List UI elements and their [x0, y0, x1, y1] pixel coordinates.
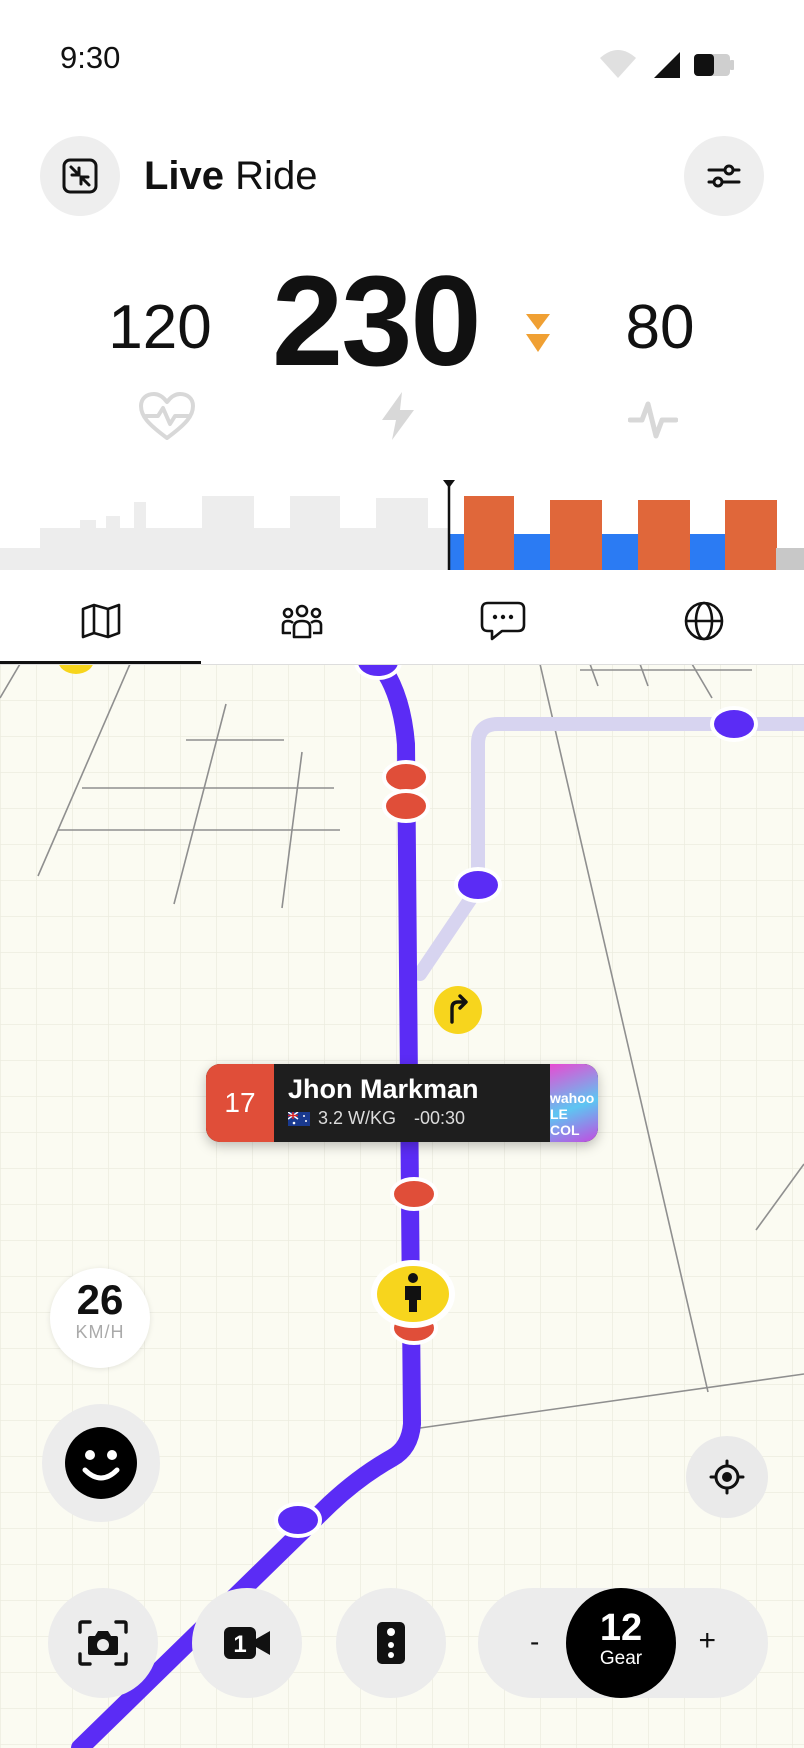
page-title: Live Ride — [144, 152, 317, 200]
gear-display: 12 Gear — [566, 1588, 676, 1698]
rider-card[interactable]: 17 Jhon Markman 3.2 W/KG -00:30 wahoo LE… — [206, 1064, 598, 1142]
map-icon — [81, 603, 120, 639]
turn-marker-icon — [434, 986, 482, 1034]
wifi-icon — [600, 50, 636, 78]
cadence-pulse-icon — [627, 398, 679, 447]
settings-button[interactable] — [684, 136, 764, 216]
title-bold: Live — [144, 154, 225, 198]
camera-view-button[interactable]: 1 — [192, 1588, 302, 1698]
rider-stats: 3.2 W/KG -00:30 — [288, 1108, 550, 1129]
tab-map[interactable] — [0, 578, 201, 664]
speed-indicator: 26 KM/H — [50, 1268, 150, 1368]
gear-value: 12 — [599, 1607, 643, 1649]
globe-icon — [684, 601, 723, 641]
screenshot-button[interactable] — [48, 1588, 158, 1698]
collapse-icon — [62, 158, 98, 194]
camera-icon — [78, 1620, 128, 1666]
video-camera-icon: 1 — [224, 1627, 270, 1659]
heart-rate-value: 120 — [108, 293, 212, 362]
status-icons — [600, 44, 750, 84]
cadence-value: 80 — [625, 293, 695, 362]
title-regular: Ride — [235, 154, 318, 198]
crosshair-icon — [709, 1459, 745, 1495]
map-view[interactable] — [0, 664, 804, 1748]
tab-bar — [0, 578, 804, 664]
tab-chat[interactable] — [402, 578, 603, 664]
australia-flag-icon — [288, 1111, 310, 1126]
group-icon — [281, 604, 322, 639]
rider-position: 17 — [206, 1064, 274, 1142]
speed-unit: KM/H — [75, 1322, 125, 1342]
signal-icon — [654, 52, 680, 78]
status-time: 9:30 — [60, 40, 121, 75]
sliders-icon — [707, 164, 741, 188]
lightning-icon — [378, 390, 418, 447]
heart-rate-icon — [138, 392, 196, 447]
recenter-button[interactable] — [686, 1436, 768, 1518]
rider-jersey-image: wahoo LE COL — [550, 1064, 598, 1142]
gear-label: Gear — [599, 1648, 643, 1669]
gear-control: - 12 Gear + — [478, 1588, 768, 1698]
power-trend-down-icon — [524, 312, 552, 361]
tab-world[interactable] — [603, 578, 804, 664]
speed-value: 26 — [76, 1276, 124, 1323]
tab-riders[interactable] — [201, 578, 402, 664]
player-marker — [371, 1260, 455, 1328]
battery-icon — [694, 54, 734, 76]
chat-icon — [480, 601, 525, 641]
smiley-icon — [65, 1427, 137, 1499]
remote-icon — [377, 1622, 405, 1664]
camera-view-number: 1 — [233, 1631, 246, 1658]
gear-up-button[interactable]: + — [698, 1624, 716, 1658]
collapse-button[interactable] — [40, 136, 120, 216]
rider-info: Jhon Markman 3.2 W/KG -00:30 — [274, 1064, 550, 1142]
remote-button[interactable] — [336, 1588, 446, 1698]
rider-name: Jhon Markman — [288, 1074, 479, 1104]
gear-down-button[interactable]: - — [530, 1626, 539, 1658]
workout-profile — [0, 470, 804, 570]
rider-wkg: 3.2 W/KG — [318, 1108, 397, 1128]
emoji-button[interactable] — [42, 1404, 160, 1522]
rider-gap: -00:30 — [414, 1108, 466, 1128]
power-value: 230 — [272, 250, 482, 393]
